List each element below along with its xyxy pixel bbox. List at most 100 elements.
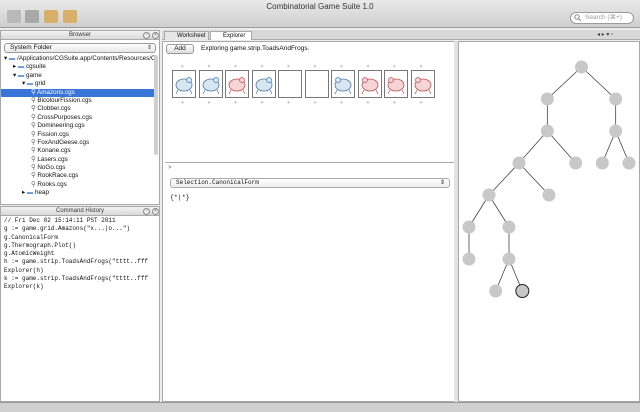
- tree-item[interactable]: ⚲ CrossPurposes.cgs: [1, 114, 157, 122]
- tree-node[interactable]: [569, 156, 583, 170]
- history-panel: Command History ▫ × // Fri Dec 02 15:14:…: [0, 206, 160, 402]
- explorer-panel: Add Exploring game.strip.ToadsAndFrogs. …: [162, 41, 457, 402]
- tree-edge: [518, 162, 550, 196]
- history-line[interactable]: // Fri Dec 02 15:14:11 PST 2011: [4, 217, 156, 225]
- close-icon[interactable]: ×: [152, 32, 159, 39]
- tree-item[interactable]: ▸ ▬ heap: [1, 189, 157, 197]
- tree-item[interactable]: ⚲ Rooks.cgs: [1, 181, 157, 189]
- tree-node[interactable]: [540, 124, 554, 138]
- tree-node[interactable]: [609, 92, 623, 106]
- tree-node[interactable]: [609, 124, 623, 138]
- worksheet-area: > Selection.CanonicalForm ⇕ {*|*}: [165, 162, 454, 400]
- tree-item-label: NoGo.cgs: [37, 164, 66, 172]
- document-icon[interactable]: [7, 10, 21, 23]
- strip-cell-frog-red[interactable]: [384, 70, 408, 98]
- tree-edge: [488, 162, 520, 196]
- tree-item-label: RookRace.cgs: [37, 172, 79, 180]
- tree-node[interactable]: [489, 284, 503, 298]
- tree-node[interactable]: [482, 188, 496, 202]
- toad-icon: [202, 77, 219, 95]
- tree-scrollbar[interactable]: [154, 55, 158, 155]
- tree-item-label: Domineering.cgs: [37, 122, 85, 130]
- explorer-status: Exploring game.strip.ToadsAndFrogs.: [201, 45, 310, 52]
- folder-icon: ▬: [17, 63, 26, 71]
- tree-node[interactable]: [542, 188, 556, 202]
- tree-edge: [581, 66, 616, 100]
- tree-item[interactable]: ⚲ Fission.cgs: [1, 131, 157, 139]
- tree-node[interactable]: [502, 252, 516, 266]
- history-line[interactable]: g.AtomicWeight: [4, 250, 156, 258]
- strip-cell-toad[interactable]: [172, 70, 196, 98]
- tab-explorer[interactable]: Explorer: [210, 31, 252, 40]
- restore-icon[interactable]: ▫: [143, 32, 150, 39]
- tab-nav-arrows[interactable]: ◂ ▸ ▾ ▫: [597, 31, 637, 39]
- tree-item[interactable]: ⚲ Domineering.cgs: [1, 122, 157, 130]
- strip-cell-frog-red[interactable]: [410, 70, 435, 98]
- game-strip: × + × + × + × + × + × + × + × + × + × +: [172, 64, 444, 112]
- redo-icon[interactable]: [63, 10, 77, 23]
- tree-node[interactable]: [462, 220, 476, 234]
- history-line[interactable]: h := game.strip.ToadsAndFrogs("tttt..fff: [4, 258, 156, 266]
- history-line[interactable]: g.Thermograph.Plot(): [4, 242, 156, 250]
- tree-node[interactable]: [512, 156, 526, 170]
- tree-item[interactable]: ⚲ NoGo.cgs: [1, 164, 157, 172]
- tree-node[interactable]: [462, 252, 476, 266]
- folder-icon: ▬: [17, 71, 26, 79]
- tree-item[interactable]: ⚲ Amazons.cgs: [1, 88, 157, 97]
- tab-worksheet[interactable]: Worksheet: [164, 31, 209, 40]
- move-marker: +: [260, 100, 264, 106]
- folder-icon: ▬: [26, 189, 35, 197]
- move-marker: +: [419, 100, 423, 106]
- history-line[interactable]: g.CanonicalForm: [4, 234, 156, 242]
- tree-item-label: CrossPurposes.cgs: [37, 113, 92, 121]
- tree-item[interactable]: ⚲ BicolourFission.cgs: [1, 97, 157, 105]
- tree-item[interactable]: ▾ ▬ grid: [1, 80, 157, 88]
- strip-cell-empty[interactable]: [304, 70, 329, 98]
- tree-node-selected[interactable]: [515, 284, 530, 298]
- history-line[interactable]: g := game.grid.Amazons("x...|o..."): [4, 225, 156, 233]
- tree-node[interactable]: [622, 156, 636, 170]
- tree-edge: [547, 66, 582, 100]
- folder-select[interactable]: System Folder: [4, 43, 156, 53]
- tree-item-label: Rooks.cgs: [37, 180, 67, 188]
- history-line[interactable]: Explorer(h): [4, 267, 156, 275]
- strip-cell-toad[interactable]: [198, 70, 223, 98]
- history-line[interactable]: Explorer(k): [4, 283, 156, 291]
- move-marker: +: [313, 100, 317, 106]
- undo-icon[interactable]: [44, 10, 58, 23]
- history-line[interactable]: k := game.strip.ToadsAndFrogs("tttt..fff: [4, 275, 156, 283]
- tree-item[interactable]: ⚲ FoxAndGeese.cgs: [1, 139, 157, 147]
- tree-item[interactable]: ▾ ▬ /Applications/CGSuite.app/Contents/R…: [1, 55, 157, 63]
- worksheet-output: {*|*}: [170, 194, 190, 201]
- tree-item-label: Clobber.cgs: [37, 105, 71, 113]
- tree-item[interactable]: ⚲ Konane.cgs: [1, 147, 157, 155]
- tree-item-label: Fission.cgs: [37, 130, 69, 138]
- toad-icon: [255, 77, 272, 95]
- move-marker: +: [181, 100, 184, 106]
- restore-icon[interactable]: ▫: [143, 208, 150, 215]
- worksheet-input[interactable]: Selection.CanonicalForm: [170, 178, 450, 188]
- strip-cell-toad[interactable]: [251, 70, 276, 98]
- move-marker: +: [366, 100, 370, 106]
- tree-item[interactable]: ⚲ Clobber.cgs: [1, 105, 157, 113]
- tree-item[interactable]: ▾ ▬ game: [1, 72, 157, 80]
- strip-cell-frog[interactable]: [331, 70, 355, 98]
- prompt-label: >: [168, 165, 172, 171]
- tree-item-label: Konane.cgs: [37, 147, 71, 155]
- strip-cell-frog-red[interactable]: [357, 70, 382, 98]
- close-icon[interactable]: ×: [152, 208, 159, 215]
- strip-cell-toad-red[interactable]: [225, 70, 249, 98]
- tree-item[interactable]: ▸ ▬ cgsuite: [1, 63, 157, 71]
- tree-item-label: heap: [34, 189, 49, 197]
- file-tree: ▾ ▬ /Applications/CGSuite.app/Contents/R…: [1, 55, 157, 198]
- tree-node[interactable]: [575, 60, 588, 74]
- tree-item[interactable]: ⚲ Lasers.cgs: [1, 156, 157, 164]
- copy-icon[interactable]: [25, 10, 39, 23]
- strip-cell-empty[interactable]: [278, 70, 302, 98]
- tree-node[interactable]: [540, 92, 554, 106]
- tree-item[interactable]: ⚲ RookRace.cgs: [1, 172, 157, 180]
- tree-node[interactable]: [502, 220, 516, 234]
- tree-node[interactable]: [595, 156, 609, 170]
- history-list: // Fri Dec 02 15:14:11 PST 2011 g := game…: [4, 217, 156, 292]
- add-button[interactable]: Add: [166, 44, 194, 54]
